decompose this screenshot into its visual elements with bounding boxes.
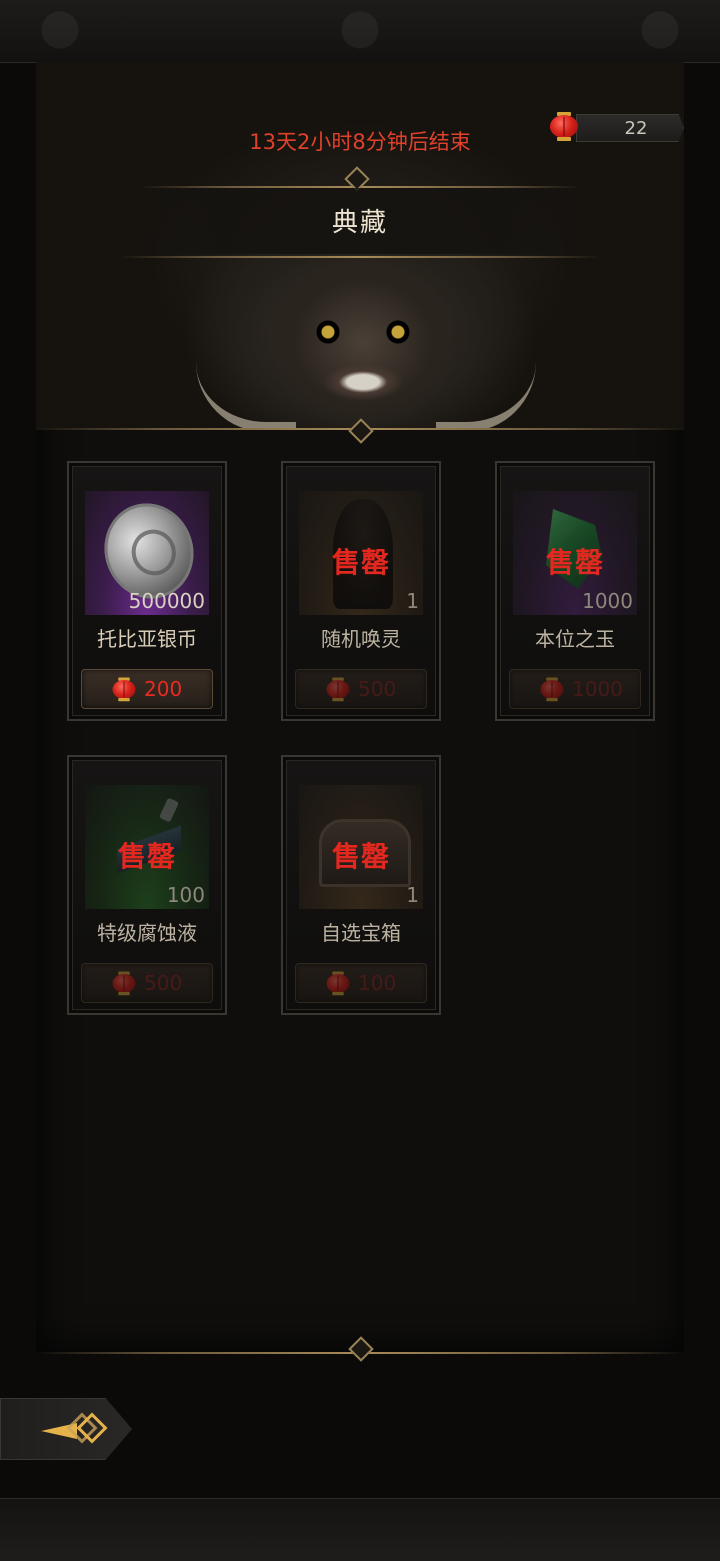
shop-item-card[interactable]: 100 特级腐蚀液 500 售罄 [67, 755, 227, 1015]
currency-count: 22 [624, 118, 648, 139]
sold-out-label: 售罄 [331, 840, 390, 873]
item-quantity: 1000 [582, 589, 633, 613]
buy-button[interactable]: 500 [81, 963, 213, 1003]
item-name: 托比亚银币 [97, 627, 197, 651]
page-title: 典藏 [331, 208, 388, 238]
buy-button[interactable]: 100 [295, 963, 427, 1003]
shop-item-card[interactable]: 1000 本位之玉 1000 售罄 [495, 461, 655, 721]
shop-item-card[interactable]: 500000 托比亚银币 200 [67, 461, 227, 721]
item-name: 随机唤灵 [321, 627, 401, 651]
red-lantern-icon [325, 970, 351, 996]
item-name: 特级腐蚀液 [97, 921, 197, 945]
monster-illustration [258, 242, 468, 430]
item-price: 1000 [572, 677, 623, 701]
red-lantern-icon [111, 970, 137, 996]
sold-out-label: 售罄 [117, 840, 176, 873]
bottom-frame [0, 1498, 720, 1561]
ornament-divider-title [120, 256, 600, 258]
buy-button[interactable]: 500 [295, 669, 427, 709]
item-quantity: 1 [406, 589, 419, 613]
shop-item-card[interactable]: 1 自选宝箱 100 售罄 [281, 755, 441, 1015]
item-quantity: 500000 [128, 589, 205, 613]
red-lantern-icon [325, 676, 351, 702]
red-lantern-icon [548, 110, 580, 142]
shop-item-card[interactable]: 1 随机唤灵 500 售罄 [281, 461, 441, 721]
buy-button[interactable]: 200 [81, 669, 213, 709]
currency-display: 22 [546, 108, 686, 148]
back-button[interactable] [0, 1398, 132, 1460]
item-price: 500 [358, 677, 397, 701]
buy-button[interactable]: 1000 [509, 669, 641, 709]
sold-out-label: 售罄 [545, 546, 604, 579]
sold-out-label: 售罄 [331, 546, 390, 579]
item-name: 自选宝箱 [321, 921, 401, 945]
red-lantern-icon [539, 676, 565, 702]
item-price: 100 [358, 971, 397, 995]
item-quantity: 1 [406, 883, 419, 907]
red-lantern-icon [111, 676, 137, 702]
item-price: 500 [144, 971, 183, 995]
item-name: 本位之玉 [535, 627, 615, 651]
item-price: 200 [144, 677, 183, 701]
top-frame [0, 0, 720, 63]
item-quantity: 100 [166, 883, 205, 907]
